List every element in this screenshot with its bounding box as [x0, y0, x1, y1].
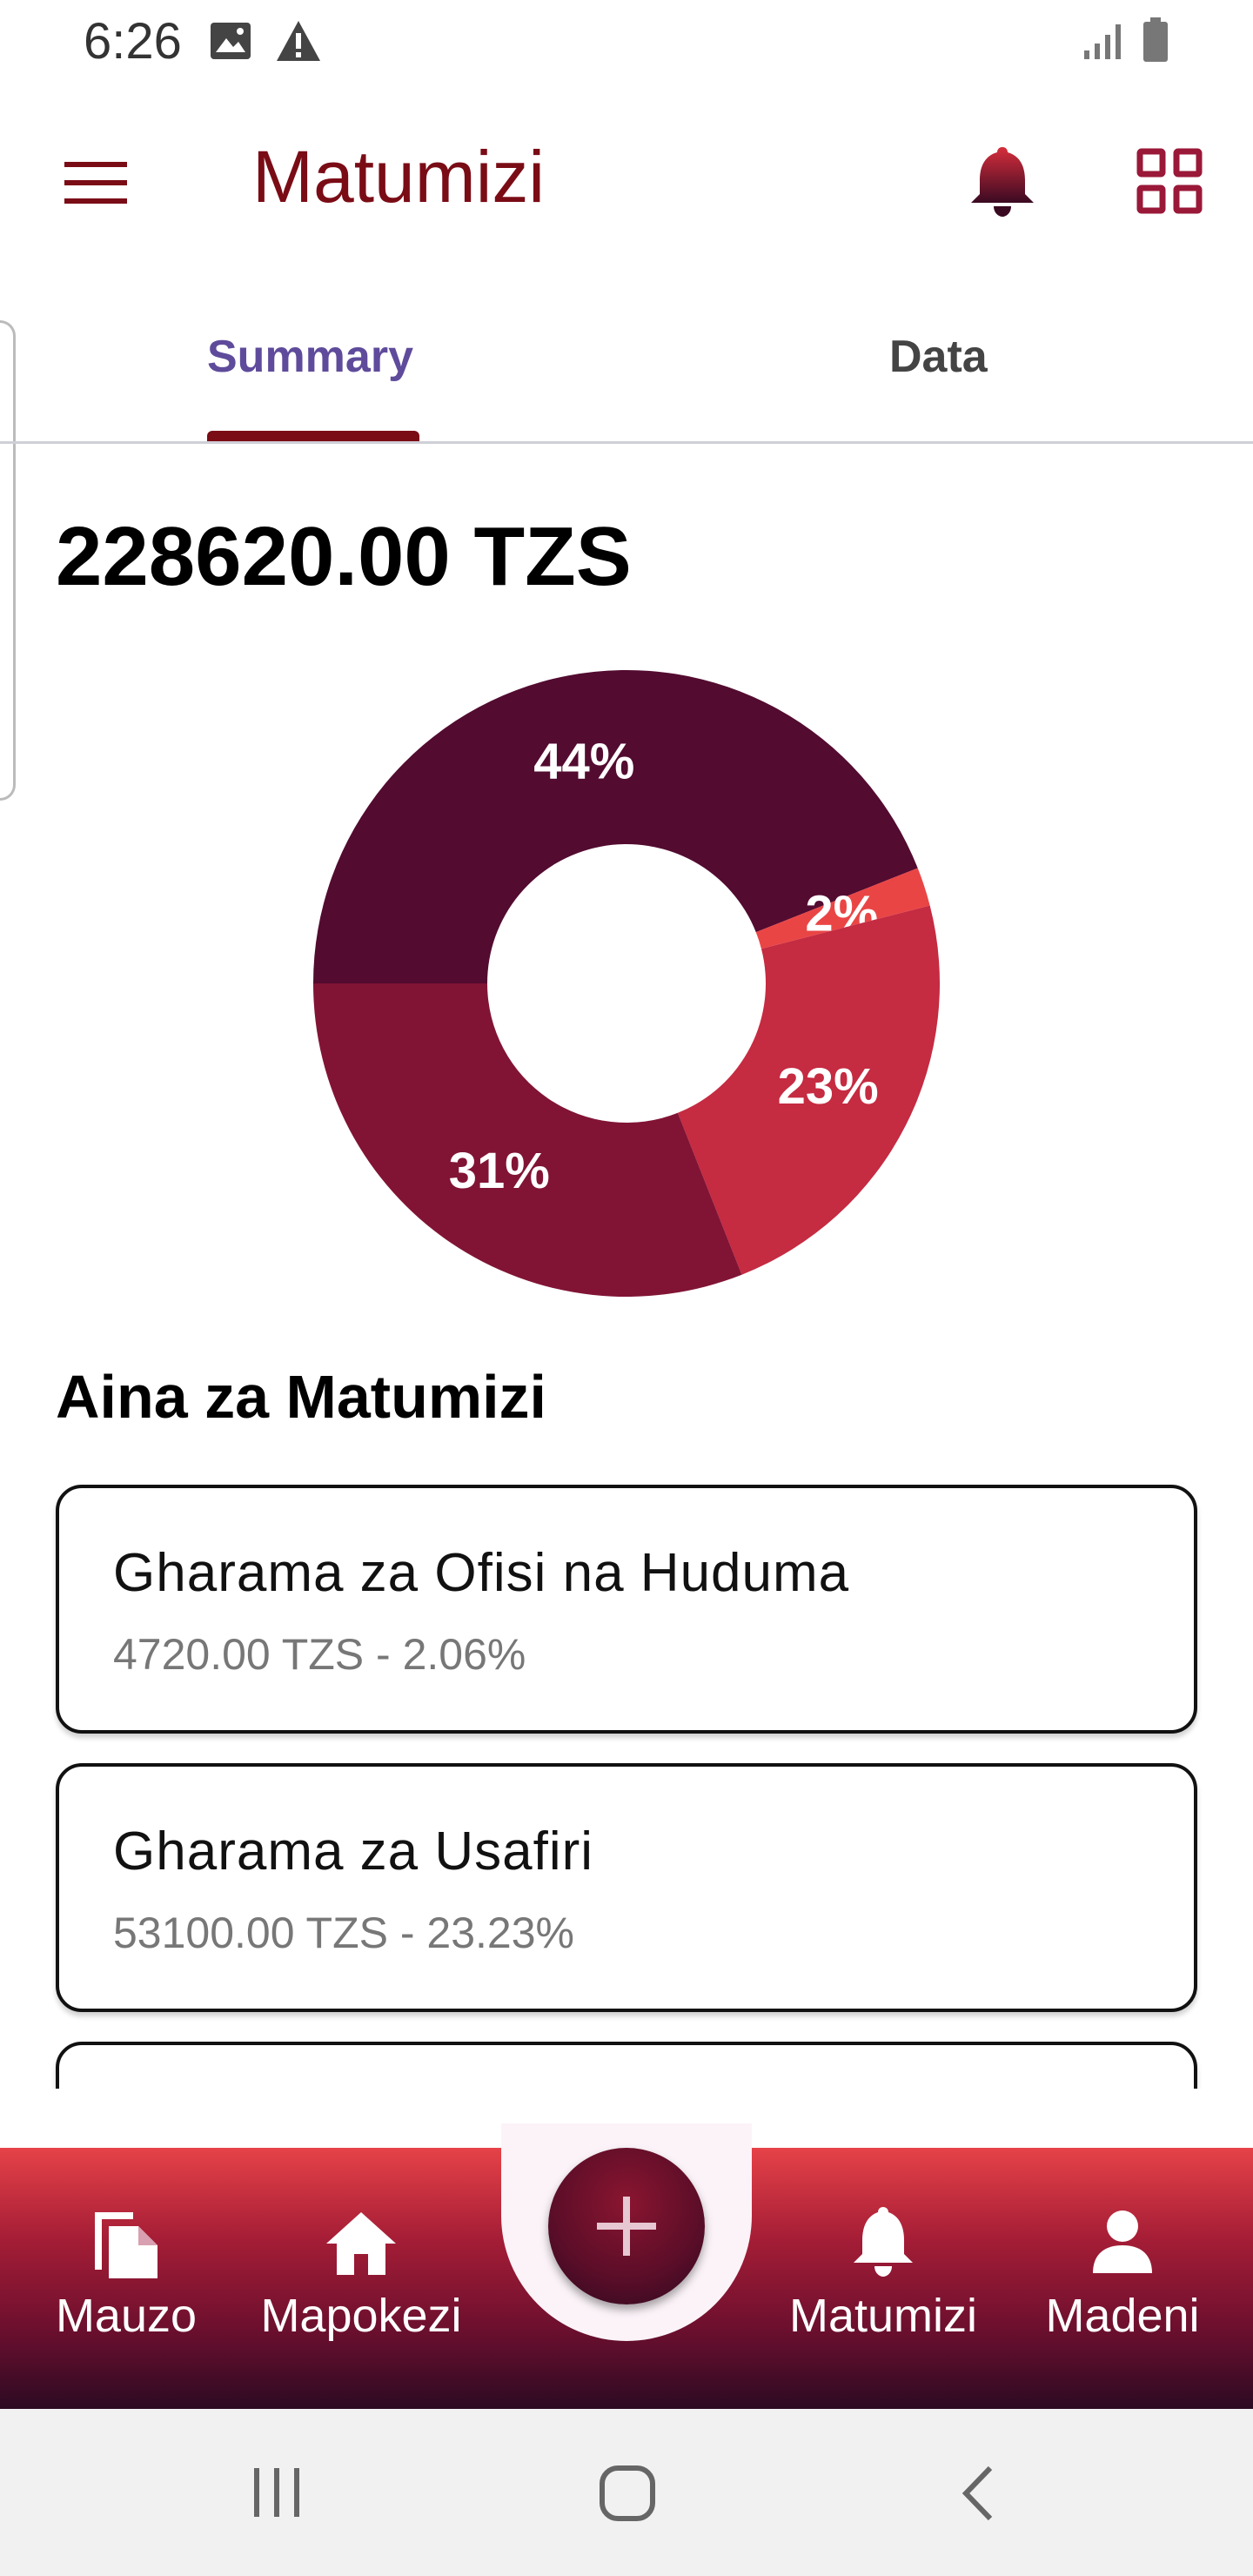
system-nav-bar [0, 2409, 1253, 2576]
nav-item-mauzo[interactable]: Mauzo [26, 2148, 226, 2409]
category-card[interactable] [56, 2042, 1197, 2089]
tab-summary[interactable]: Summary [207, 331, 413, 383]
home-button[interactable] [599, 2465, 656, 2526]
section-title: Aina za Matumizi [56, 1363, 546, 1431]
add-button[interactable] [548, 2148, 705, 2304]
files-icon [90, 2200, 163, 2284]
menu-button[interactable] [61, 157, 131, 209]
donut-slice-label: 31% [449, 1143, 550, 1199]
bell-icon [850, 2204, 916, 2283]
nav-label: Matumizi [788, 2290, 978, 2342]
category-detail: 4720.00 TZS - 2.06% [113, 1630, 526, 1679]
category-name: Gharama za Ofisi na Huduma [113, 1543, 850, 1603]
nav-item-mapokezi[interactable]: Mapokezi [244, 2148, 479, 2409]
recents-icon [254, 2468, 299, 2517]
grid-icon [1136, 148, 1203, 214]
total-amount: 228620.00 TZS [56, 510, 632, 603]
battery-icon [1142, 17, 1169, 67]
category-detail: 53100.00 TZS - 23.23% [113, 1909, 574, 1957]
nav-label: Mapokezi [260, 2290, 462, 2342]
donut-slice[interactable] [313, 983, 742, 1297]
menu-icon [64, 162, 127, 204]
back-icon [962, 2465, 993, 2521]
status-time: 6:26 [84, 13, 182, 70]
category-list: Gharama za Ofisi na Huduma 4720.00 TZS -… [0, 1479, 1253, 2089]
back-button[interactable] [957, 2463, 997, 2528]
category-name: Gharama za Usafiri [113, 1821, 594, 1882]
donut-slice-label: 44% [533, 734, 634, 790]
bell-icon [971, 147, 1034, 217]
tab-indicator [207, 431, 419, 441]
app-bar: Matumizi [0, 96, 1253, 261]
nav-label: Madeni [1045, 2290, 1200, 2342]
nav-item-madeni[interactable]: Madeni [1027, 2148, 1218, 2409]
page-title: Matumizi [252, 136, 546, 218]
donut-slice-label: 23% [778, 1058, 879, 1115]
person-icon [1091, 2209, 1154, 2279]
signal-icon [1082, 19, 1124, 65]
recent-apps-button[interactable] [251, 2466, 303, 2523]
plus-icon [597, 2197, 656, 2256]
home-circle-icon [600, 2465, 655, 2521]
expense-donut-chart: 44%2%23%31% [313, 669, 940, 1297]
category-card[interactable]: Gharama za Usafiri 53100.00 TZS - 23.23% [56, 1763, 1197, 2012]
image-icon [209, 21, 252, 65]
category-card[interactable]: Gharama za Ofisi na Huduma 4720.00 TZS -… [56, 1485, 1197, 1734]
status-bar: 6:26 [0, 0, 1253, 84]
nav-label: Mauzo [55, 2290, 198, 2342]
apps-button[interactable] [1136, 148, 1203, 214]
notifications-button[interactable] [968, 144, 1037, 218]
nav-item-matumizi[interactable]: Matumizi [770, 2148, 996, 2409]
warning-icon [275, 19, 322, 67]
tab-data[interactable]: Data [889, 331, 988, 383]
tab-bar: Summary Data [0, 287, 1253, 444]
home-icon [325, 2210, 398, 2281]
